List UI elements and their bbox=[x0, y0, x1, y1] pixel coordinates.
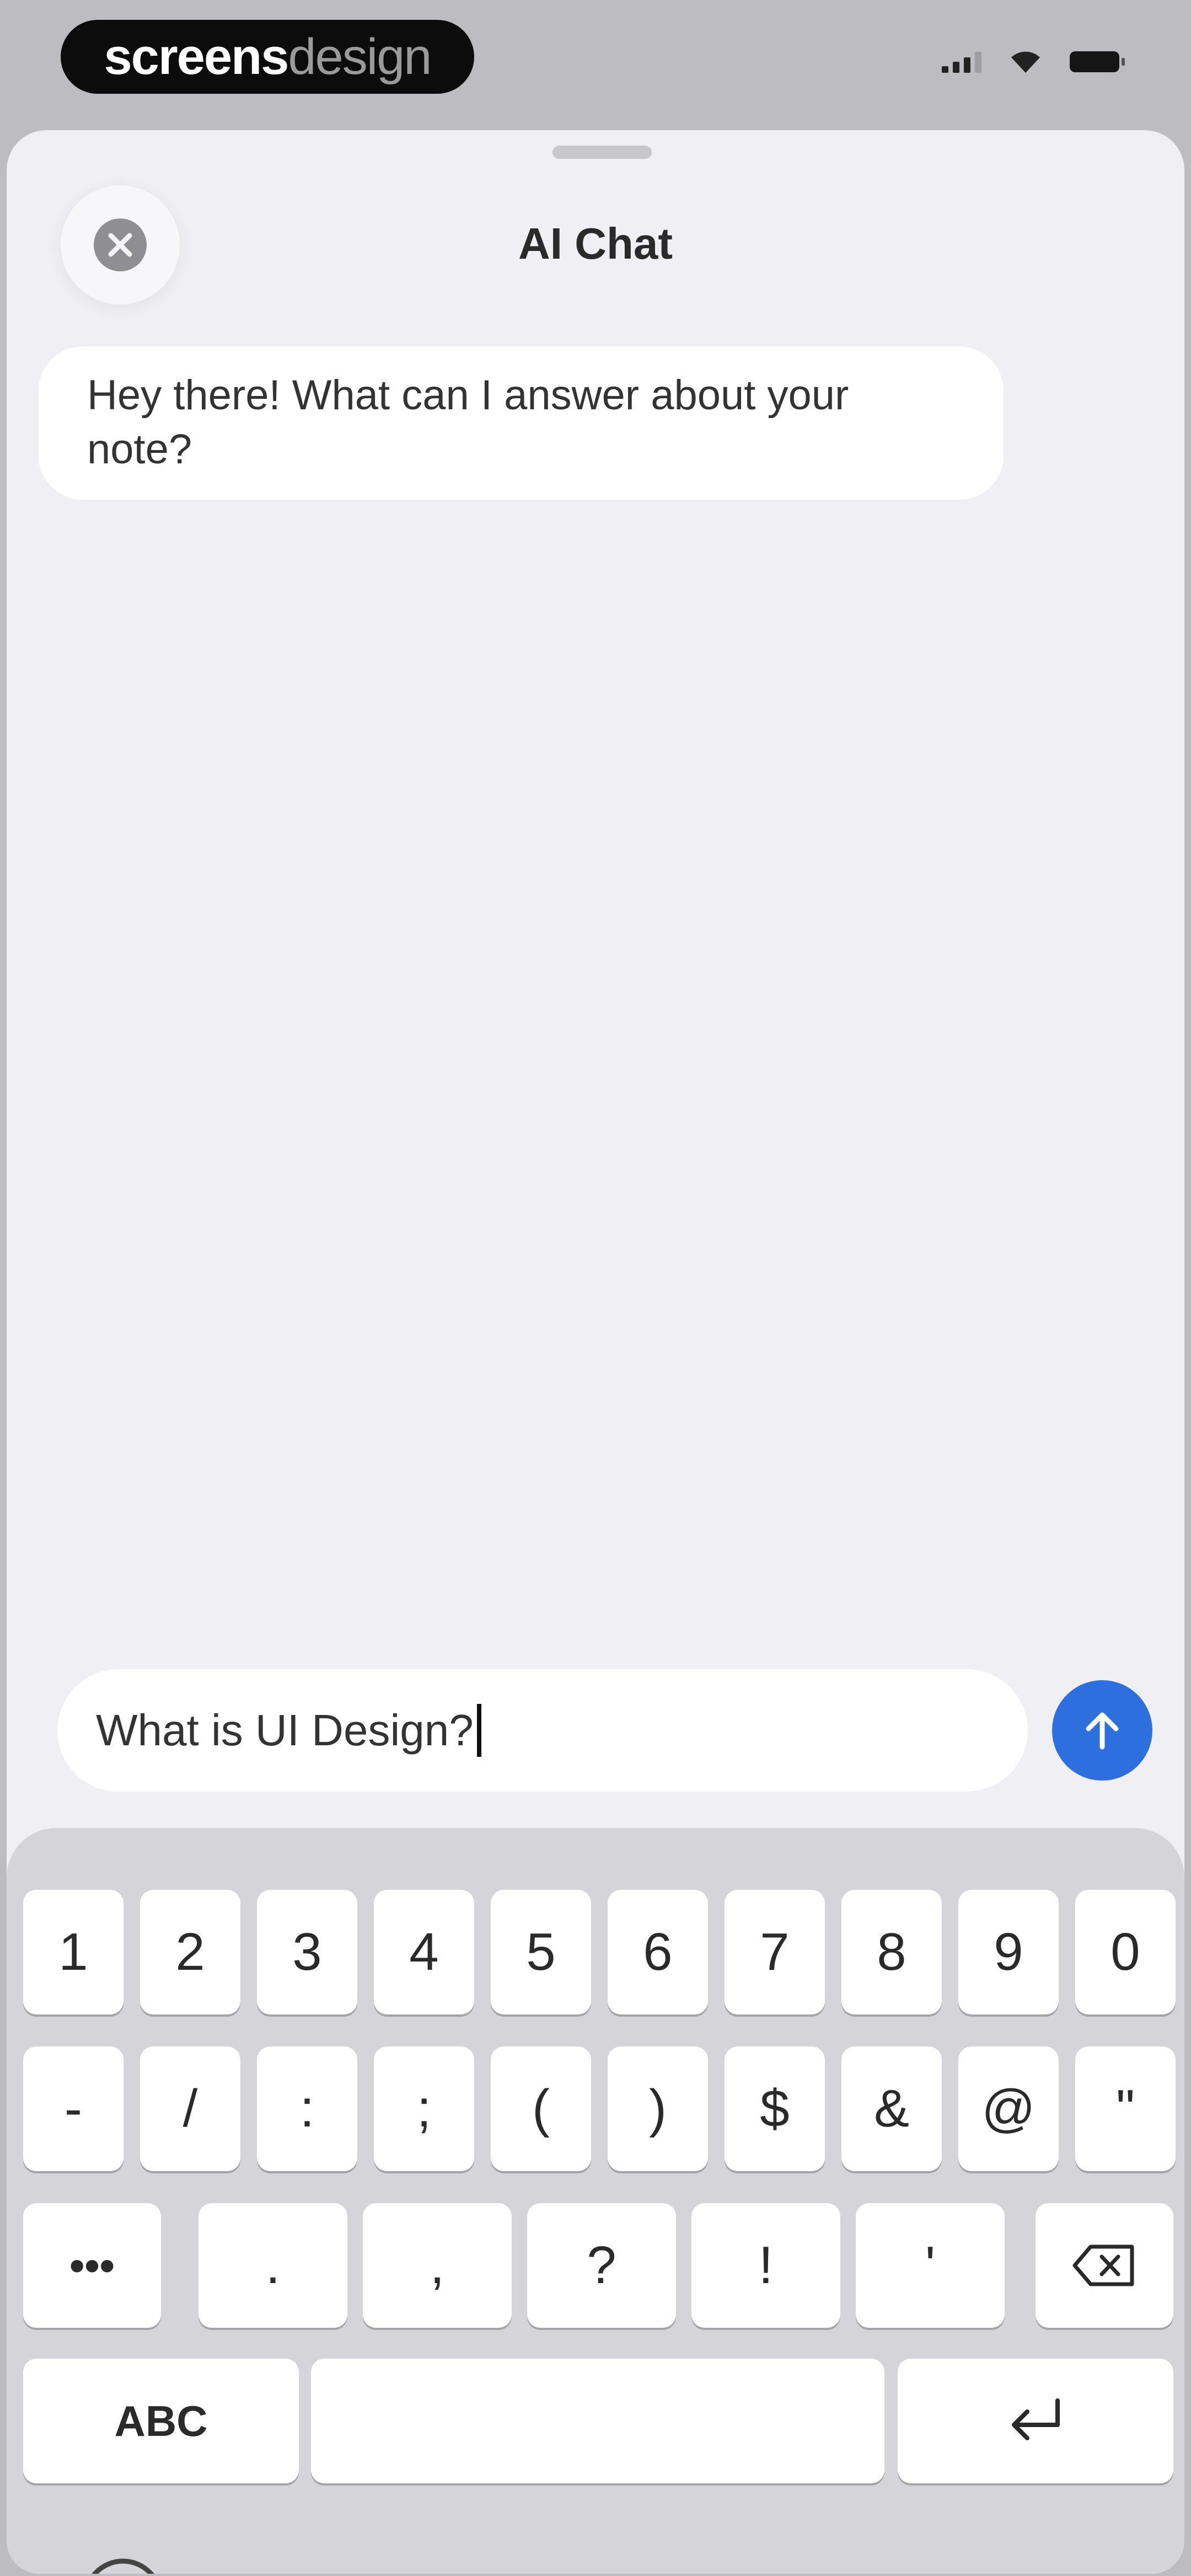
key-label: 2 bbox=[175, 1922, 205, 1981]
key-sym-7[interactable]: & bbox=[841, 2046, 942, 2171]
key-label: ' bbox=[925, 2236, 936, 2295]
key-num-9[interactable]: 0 bbox=[1075, 1890, 1176, 2014]
key-label: . bbox=[265, 2236, 281, 2295]
key-num-0[interactable]: 1 bbox=[23, 1890, 124, 2014]
key-label: 4 bbox=[409, 1922, 439, 1981]
message-input-value: What is UI Design? bbox=[96, 1706, 474, 1755]
watermark-bold: screens bbox=[104, 28, 289, 85]
key-num-6[interactable]: 7 bbox=[725, 1890, 825, 2014]
key-label: 5 bbox=[526, 1922, 556, 1981]
key-label: ) bbox=[649, 2079, 667, 2138]
more-symbols-label: ••• bbox=[69, 2241, 115, 2290]
assistant-message-bubble: Hey there! What can I answer about your … bbox=[39, 346, 1004, 500]
return-icon bbox=[1012, 2398, 1060, 2440]
arrow-up-icon bbox=[1086, 1712, 1119, 1750]
key-label: ! bbox=[758, 2236, 774, 2295]
key-label: " bbox=[1115, 2079, 1135, 2138]
key-punct-4[interactable]: ' bbox=[856, 2203, 1005, 2328]
status-icons bbox=[942, 50, 1125, 74]
page-title: AI Chat bbox=[518, 219, 673, 268]
key-label: 1 bbox=[58, 1922, 88, 1981]
abc-label: ABC bbox=[114, 2396, 208, 2445]
key-sym-4[interactable]: ( bbox=[491, 2046, 591, 2171]
key-label: 7 bbox=[760, 1922, 790, 1981]
key-punct-2[interactable]: ? bbox=[527, 2203, 676, 2328]
numeric-keyboard: 1 2 3 4 5 6 7 8 9 0 - /:; () $ & @ " .,?! ' ••• ABC bbox=[7, 1828, 1184, 2574]
key-label: 8 bbox=[877, 1922, 906, 1981]
key-label: 3 bbox=[292, 1922, 322, 1981]
key-label: - bbox=[65, 2079, 82, 2138]
more-symbols-key[interactable]: ••• bbox=[23, 2203, 161, 2328]
emoji-icon bbox=[92, 2558, 154, 2574]
message-input[interactable]: What is UI Design? bbox=[57, 1669, 1028, 1792]
key-label: 0 bbox=[1110, 1922, 1140, 1981]
cellular-signal-icon bbox=[942, 51, 981, 73]
key-label: : bbox=[299, 2079, 315, 2138]
backspace-key[interactable] bbox=[1036, 2203, 1173, 2328]
key-sym-3[interactable]: ; bbox=[374, 2046, 474, 2171]
space-key[interactable] bbox=[311, 2359, 884, 2483]
ai-chat-sheet: AI Chat Hey there! What can I answer abo… bbox=[7, 130, 1184, 2574]
key-num-8[interactable]: 9 bbox=[958, 1890, 1059, 2014]
message-text: Hey there! What can I answer about your … bbox=[87, 372, 849, 473]
wifi-icon bbox=[1011, 51, 1040, 73]
key-num-7[interactable]: 8 bbox=[841, 1890, 942, 2014]
key-label: , bbox=[430, 2236, 445, 2295]
key-sym-2[interactable]: : bbox=[257, 2046, 357, 2171]
abc-key[interactable]: ABC bbox=[23, 2359, 299, 2483]
return-key[interactable] bbox=[898, 2359, 1173, 2483]
key-label: 6 bbox=[643, 1922, 673, 1981]
send-button[interactable] bbox=[1052, 1680, 1152, 1781]
text-caret bbox=[476, 1704, 481, 1757]
key-num-4[interactable]: 5 bbox=[491, 1890, 591, 2014]
key-num-1[interactable]: 2 bbox=[140, 1890, 240, 2014]
watermark-logo: screens design bbox=[61, 20, 474, 94]
key-label: ; bbox=[416, 2079, 432, 2138]
key-punct-3[interactable]: ! bbox=[691, 2203, 840, 2328]
key-sym-5[interactable]: ) bbox=[608, 2046, 708, 2171]
key-sym-9[interactable]: " bbox=[1075, 2046, 1176, 2171]
sheet-grabber[interactable] bbox=[552, 146, 652, 159]
key-punct-1[interactable]: , bbox=[363, 2203, 512, 2328]
key-label: ( bbox=[532, 2079, 550, 2138]
key-label: & bbox=[873, 2079, 910, 2138]
key-num-2[interactable]: 3 bbox=[257, 1890, 357, 2014]
key-label: $ bbox=[760, 2079, 790, 2138]
key-punct-0[interactable]: . bbox=[198, 2203, 347, 2328]
emoji-button[interactable] bbox=[82, 2557, 164, 2574]
screen: screens design AI Chat Hey there! What ca… bbox=[0, 0, 1191, 2576]
battery-icon bbox=[1070, 51, 1125, 72]
key-num-3[interactable]: 4 bbox=[374, 1890, 474, 2014]
key-sym-1[interactable]: / bbox=[140, 2046, 240, 2171]
key-sym-0[interactable]: - bbox=[23, 2046, 124, 2171]
key-label: 9 bbox=[994, 1922, 1023, 1981]
key-sym-8[interactable]: @ bbox=[958, 2046, 1059, 2171]
key-label: ? bbox=[587, 2236, 616, 2295]
key-label: / bbox=[183, 2079, 198, 2138]
watermark-light: design bbox=[288, 28, 432, 85]
backspace-icon bbox=[1072, 2244, 1134, 2286]
key-num-5[interactable]: 6 bbox=[608, 1890, 708, 2014]
key-sym-6[interactable]: $ bbox=[725, 2046, 825, 2171]
key-label: @ bbox=[981, 2079, 1036, 2138]
